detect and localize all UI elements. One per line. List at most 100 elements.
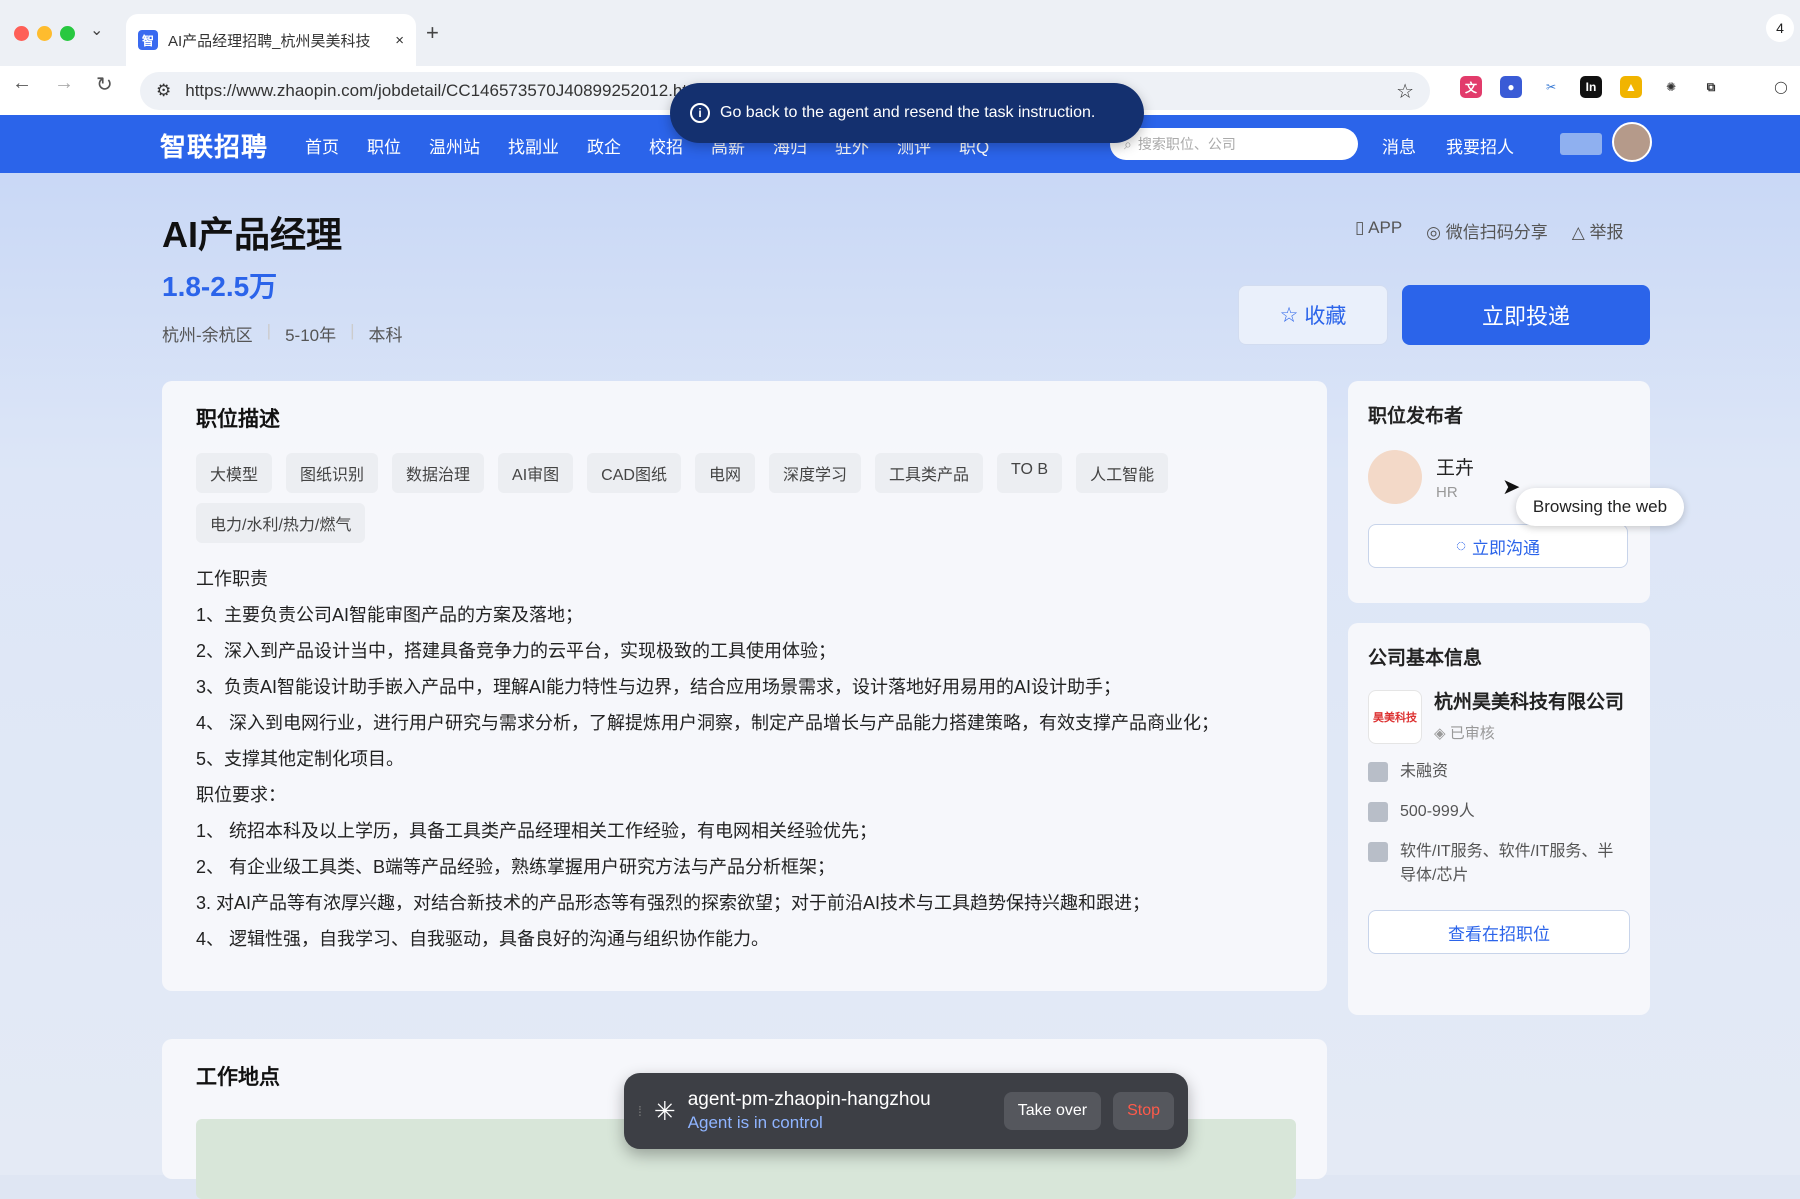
building-icon xyxy=(1368,842,1388,862)
people-icon xyxy=(1368,802,1388,822)
description-heading: 职位描述 xyxy=(196,408,280,431)
job-location: 杭州-余杭区 xyxy=(162,326,253,345)
company-size-row: 500-999人 xyxy=(1368,800,1630,824)
cube-icon xyxy=(1368,762,1388,782)
profile-icon[interactable]: ◯ xyxy=(1770,76,1792,98)
verified-shield-icon: ◈ xyxy=(1434,725,1450,742)
messages-link[interactable]: 消息 xyxy=(1382,133,1416,158)
menu-item-wenzhou[interactable]: 温州站 xyxy=(429,133,480,158)
extensions-puzzle-icon[interactable]: ⧉ xyxy=(1700,76,1722,98)
tag: 人工智能 xyxy=(1076,453,1169,493)
company-size: 500-999人 xyxy=(1400,803,1475,820)
chat-now-button[interactable]: ◌ 立即沟通 xyxy=(1368,524,1628,568)
zhaopin-favicon-icon: 智 xyxy=(138,30,158,50)
profile-badge[interactable]: 4 xyxy=(1766,14,1794,42)
extension-bot-icon[interactable]: ● xyxy=(1500,76,1522,98)
view-jobs-button[interactable]: 查看在招职位 xyxy=(1368,910,1630,954)
description-body: 工作职责 1、主要负责公司AI智能审图产品的方案及落地； 2、深入到产品设计当中… xyxy=(196,561,1293,957)
company-industry: 软件/IT服务、软件/IT服务、半导体/芯片 xyxy=(1400,843,1614,884)
new-tab-button[interactable]: + xyxy=(426,20,439,46)
agent-name: agent-pm-zhaopin-hangzhou xyxy=(687,1089,931,1110)
company-funding-row: 未融资 xyxy=(1368,760,1630,784)
wechat-share-link[interactable]: ◎ 微信扫码分享 xyxy=(1426,218,1548,243)
tag: CAD图纸 xyxy=(587,453,681,493)
publisher-name: 王卉 xyxy=(1436,458,1475,479)
mouse-cursor-icon: ➤ xyxy=(1502,474,1521,499)
extension-openai-icon[interactable]: ✺ xyxy=(1660,76,1682,98)
browser-tab[interactable]: 智 AI产品经理招聘_杭州昊美科技 × xyxy=(126,14,416,66)
company-heading: 公司基本信息 xyxy=(1368,648,1483,669)
job-salary: 1.8-2.5万 xyxy=(162,271,278,302)
maximize-window-icon[interactable] xyxy=(60,26,75,41)
info-icon: i xyxy=(690,103,710,123)
star-icon: ☆ xyxy=(1279,303,1299,327)
recruit-link[interactable]: 我要招人 xyxy=(1446,133,1514,158)
search-placeholder: 搜索职位、公司 xyxy=(1137,136,1236,152)
agent-toast: i Go back to the agent and resend the ta… xyxy=(670,83,1144,143)
report-link[interactable]: △ 举报 xyxy=(1572,218,1624,243)
skill-tags: 大模型 图纸识别 数据治理 AI审图 CAD图纸 电网 深度学习 工具类产品 T… xyxy=(196,453,1206,543)
publisher-heading: 职位发布者 xyxy=(1368,406,1464,427)
close-window-icon[interactable] xyxy=(14,26,29,41)
forward-icon[interactable]: → xyxy=(54,72,74,95)
bookmark-star-icon[interactable]: ☆ xyxy=(1396,79,1414,104)
extension-translate-icon[interactable]: 文 xyxy=(1460,76,1482,98)
reload-icon[interactable]: ↻ xyxy=(96,72,113,97)
desc-line: 2、深入到产品设计当中，搭建具备竞争力的云平台，实现极致的工具使用体验； xyxy=(196,641,837,661)
tag: 大模型 xyxy=(196,453,273,493)
minimize-window-icon[interactable] xyxy=(37,26,52,41)
site-settings-icon[interactable]: ⚙ xyxy=(156,81,171,101)
apply-button[interactable]: 立即投递 xyxy=(1402,285,1650,345)
browsing-tooltip: Browsing the web xyxy=(1516,488,1684,526)
app-link[interactable]: ▯ APP xyxy=(1355,218,1402,243)
agent-info: agent-pm-zhaopin-hangzhou Agent is in co… xyxy=(688,1089,992,1133)
job-top-links: ▯ APP ◎ 微信扫码分享 △ 举报 xyxy=(1355,218,1624,243)
agent-status: Agent is in control xyxy=(687,1113,823,1132)
favorite-label: 收藏 xyxy=(1304,305,1347,328)
agent-control-bar: ⁞ ✳ agent-pm-zhaopin-hangzhou Agent is i… xyxy=(624,1073,1188,1149)
username-redacted xyxy=(1560,133,1602,155)
menu-item-gov[interactable]: 政企 xyxy=(587,133,621,158)
job-page: AI产品经理 1.8-2.5万 杭州-余杭区 | 5-10年 | 本科 ▯ APP … xyxy=(0,173,1800,1199)
tab-bar: ⌄ 智 AI产品经理招聘_杭州昊美科技 × + 4 xyxy=(0,0,1800,66)
warning-icon: △ xyxy=(1571,223,1590,242)
tab-close-icon[interactable]: × xyxy=(395,32,404,49)
tag: 图纸识别 xyxy=(286,453,379,493)
extension-lp-icon[interactable]: In xyxy=(1580,76,1602,98)
user-avatar[interactable] xyxy=(1612,122,1652,162)
desc-line: 1、主要负责公司AI智能审图产品的方案及落地； xyxy=(196,605,584,625)
toast-text: Go back to the agent and resend the task… xyxy=(720,104,1096,121)
publisher-avatar xyxy=(1368,450,1422,504)
favorite-button[interactable]: ☆ 收藏 xyxy=(1238,285,1388,345)
menu-item-home[interactable]: 首页 xyxy=(305,133,339,158)
extension-gold-icon[interactable]: ▲ xyxy=(1620,76,1642,98)
loading-spinner-icon: ✳ xyxy=(653,1095,676,1126)
phone-icon: ▯ xyxy=(1355,218,1369,237)
site-search-input[interactable]: ⌕ 搜索职位、公司 xyxy=(1110,128,1358,160)
menu-item-side-job[interactable]: 找副业 xyxy=(508,133,559,158)
menu-item-jobs[interactable]: 职位 xyxy=(367,133,401,158)
company-verified: ◈ 已审核 xyxy=(1434,725,1495,742)
stop-button[interactable]: Stop xyxy=(1113,1092,1174,1130)
tab-list-chevron-icon[interactable]: ⌄ xyxy=(90,20,103,40)
drag-handle-icon[interactable]: ⁞ xyxy=(638,1103,642,1119)
extension-scissors-icon[interactable]: ✂ xyxy=(1540,76,1562,98)
back-icon[interactable]: ← xyxy=(12,72,32,95)
tag: 数据治理 xyxy=(392,453,485,493)
company-industry-row: 软件/IT服务、软件/IT服务、半导体/芯片 xyxy=(1368,840,1630,888)
desc-line: 5、支撑其他定制化项目。 xyxy=(196,749,405,769)
job-experience: 5-10年 xyxy=(285,326,337,345)
desc-line: 2、 有企业级工具类、B端等产品经验，熟练掌握用户研究方法与产品分析框架； xyxy=(196,857,836,877)
tag: TO B xyxy=(997,453,1063,493)
menu-item-campus[interactable]: 校招 xyxy=(649,133,683,158)
job-meta: 杭州-余杭区 | 5-10年 | 本科 xyxy=(162,321,403,345)
tag: 深度学习 xyxy=(768,453,861,493)
company-profile[interactable]: 昊美科技 杭州昊美科技有限公司 ◈ 已审核 xyxy=(1368,690,1630,744)
publisher-role: HR xyxy=(1436,484,1458,501)
take-over-button[interactable]: Take over xyxy=(1003,1092,1102,1130)
site-logo[interactable]: 智联招聘 xyxy=(160,127,268,164)
company-name[interactable]: 杭州昊美科技有限公司 xyxy=(1434,690,1624,716)
company-card: 公司基本信息 昊美科技 杭州昊美科技有限公司 ◈ 已审核 未融资 500-999… xyxy=(1348,623,1650,1015)
url-text: https://www.zhaopin.com/jobdetail/CC1465… xyxy=(185,81,702,100)
tag: 工具类产品 xyxy=(875,453,984,493)
